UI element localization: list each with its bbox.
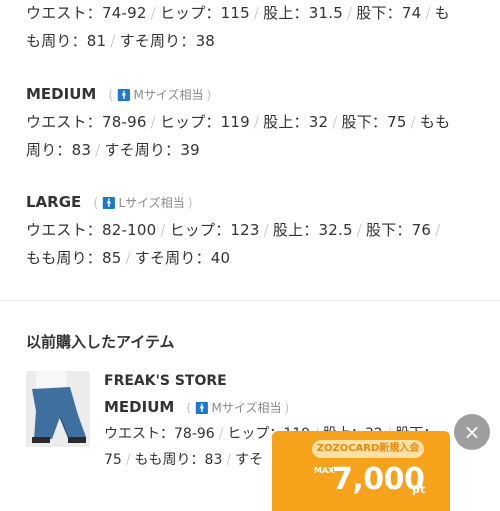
spec-rise: 股上：31.5 (263, 4, 343, 22)
size-name: MEDIUM (26, 85, 97, 103)
spec-thigh: も周り：81 (26, 32, 107, 50)
separator: / (226, 452, 232, 468)
promo-max: MAX (314, 466, 335, 475)
spec-thigh-start: も (434, 4, 450, 22)
spec-rise: 股上：32.5 (272, 221, 353, 239)
spec-waist: ウエスト：74-92 (26, 4, 147, 22)
separator: / (410, 113, 416, 131)
separator: / (346, 4, 353, 22)
separator: / (356, 221, 362, 239)
size-large-details-line2: もも周り：85/すそ周り：40 (26, 248, 230, 268)
promo-amount: 7,000 (332, 462, 425, 497)
spec-inseam: 股下：75 (341, 113, 407, 131)
spec-inseam: 股下：76 (365, 221, 432, 239)
separator: / (253, 113, 260, 131)
size-large-heading: LARGE (🚹︎ Lサイズ相当) (26, 192, 195, 213)
size-medium-details-line1: ウエスト：78-96/ヒップ：119/股上：32/股下：75/もも (26, 112, 450, 132)
purchased-section-title: 以前購入したアイテム (26, 333, 175, 351)
purchased-item-size-heading: MEDIUM (🚹︎ Mサイズ相当) (104, 397, 292, 418)
size-name: LARGE (26, 193, 82, 211)
purchased-item-brand[interactable]: FREAK'S STORE (104, 371, 227, 391)
spec-thigh: もも周り：83 (134, 452, 223, 468)
person-icon: 🚹︎ (194, 401, 210, 415)
person-icon: 🚹︎ (116, 88, 132, 102)
person-icon: 🚹︎ (101, 196, 117, 210)
separator: / (125, 452, 131, 468)
separator: / (425, 4, 431, 22)
spec-waist: ウエスト：78-96 (104, 426, 215, 442)
size-medium-heading: MEDIUM (🚹︎ Mサイズ相当) (26, 84, 214, 105)
separator: / (332, 113, 338, 131)
promo-unit: pt (412, 483, 426, 496)
size-equivalent-note: (🚹︎ Mサイズ相当) (108, 88, 212, 102)
separator: / (435, 221, 441, 239)
purchased-item-details-line2: 75/もも周り：83/すそ (104, 450, 263, 470)
size-large-details-line1: ウエスト：82-100/ヒップ：123/股上：32.5/股下：76/ (26, 220, 444, 240)
close-icon[interactable]: × (454, 414, 490, 450)
spec-rise: 股上：32 (263, 113, 329, 131)
spec-inseam-value: 75 (104, 452, 122, 468)
spec-inseam: 股下：74 (356, 4, 422, 22)
section-divider (0, 300, 500, 301)
size-small-details-line1: ウエスト：74-92/ヒップ：115/股上：31.5/股下：74/も (26, 3, 450, 23)
separator: / (150, 4, 156, 22)
size-equivalent-note: (🚹︎ Mサイズ相当) (186, 401, 290, 415)
spec-hem: すそ周り：39 (104, 141, 200, 159)
size-small-details-line2: も周り：81/すそ周り：38 (26, 31, 215, 51)
spec-thigh: もも周り：85 (26, 249, 122, 267)
spec-thigh-start: もも (419, 113, 451, 131)
spec-waist: ウエスト：82-100 (26, 221, 157, 239)
separator: / (150, 113, 156, 131)
separator: / (110, 32, 116, 50)
spec-hem: すそ周り：38 (119, 32, 216, 50)
zozocard-promo-banner[interactable]: ZOZOCARD新規入会 MAX 7,000 pt (272, 431, 450, 511)
spec-waist: ウエスト：78-96 (26, 113, 147, 131)
separator: / (263, 221, 269, 239)
separator: / (95, 141, 101, 159)
size-medium-details-line2: 周り：83/すそ周り：39 (26, 140, 200, 160)
spec-hip: ヒップ：123 (169, 221, 260, 239)
spec-hem: すそ (235, 452, 264, 468)
purchased-item-thumbnail[interactable] (26, 371, 90, 447)
size-equivalent-note: (🚹︎ Lサイズ相当) (93, 196, 193, 210)
spec-hip: ヒップ：119 (159, 113, 250, 131)
size-name: MEDIUM (104, 398, 175, 416)
spec-thigh: 周り：83 (26, 141, 92, 159)
separator: / (253, 4, 260, 22)
separator: / (125, 249, 131, 267)
spec-hip: ヒップ：115 (159, 4, 250, 22)
promo-label: ZOZOCARD新規入会 (312, 440, 424, 458)
separator: / (218, 426, 224, 442)
separator: / (160, 221, 166, 239)
spec-hem: すそ周り：40 (134, 249, 231, 267)
